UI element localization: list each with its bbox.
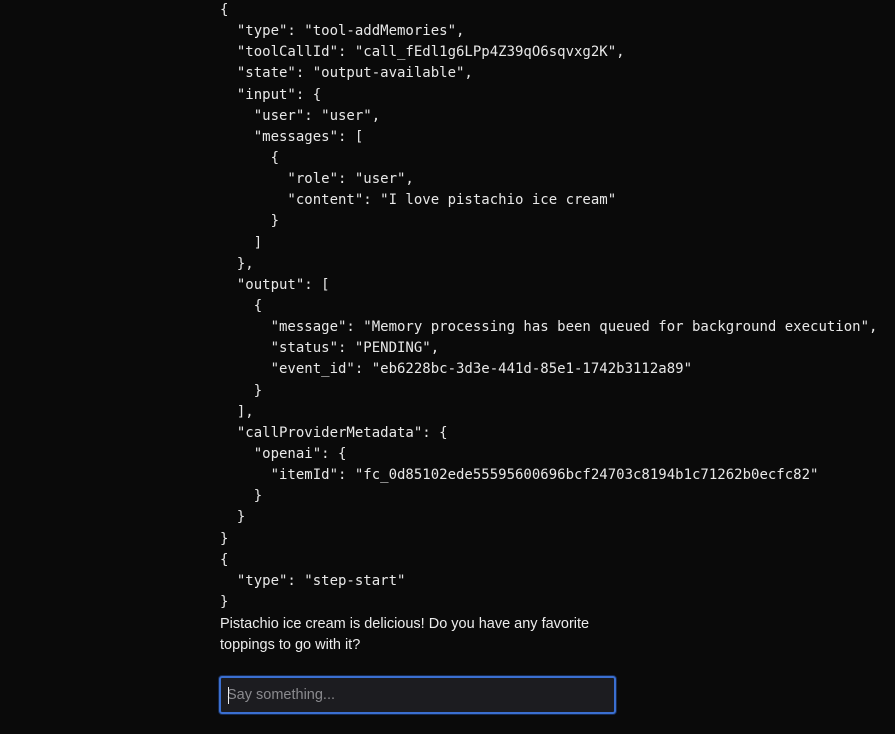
json-line: "state": "output-available", — [220, 65, 473, 82]
json-line: "user": "user", — [220, 107, 381, 124]
json-line: "openai": { — [220, 445, 347, 462]
json-line: "callProviderMetadata": { — [220, 424, 448, 441]
json-line: }, — [220, 255, 254, 272]
json-line: "output": [ — [220, 276, 330, 293]
json-line: } — [220, 213, 280, 230]
json-line: "type": "tool-addMemories", — [220, 23, 465, 40]
json-line: "messages": [ — [220, 128, 364, 145]
json-line: } — [220, 488, 263, 505]
json-line: "toolCallId": "call_fEdl1g6LPp4Z39qO6sqv… — [220, 44, 625, 61]
chat-page: { "type": "tool-addMemories", "toolCallI… — [0, 0, 895, 734]
json-message-log: { "type": "tool-addMemories", "toolCallI… — [220, 0, 890, 613]
json-line: { — [220, 2, 229, 18]
json-line: "role": "user", — [220, 171, 414, 188]
json-line: "type": "step-start" — [220, 572, 406, 589]
json-line: "input": { — [220, 86, 322, 103]
chat-input[interactable] — [227, 678, 607, 712]
chat-input-container[interactable] — [219, 676, 616, 714]
assistant-reply: Pistachio ice cream is delicious! Do you… — [220, 616, 590, 653]
json-line: { — [220, 551, 229, 568]
json-line: ], — [220, 403, 254, 420]
json-line: "status": "PENDING", — [220, 340, 440, 357]
json-line: ] — [220, 234, 263, 251]
json-line: { — [220, 297, 263, 314]
text-caret — [228, 687, 229, 704]
json-line: } — [220, 530, 229, 547]
json-line: "itemId": "fc_0d85102ede55595600696bcf24… — [220, 467, 819, 484]
json-line: } — [220, 593, 229, 610]
json-line: "event_id": "eb6228bc-3d3e-441d-85e1-174… — [220, 361, 693, 378]
json-line: } — [220, 382, 263, 399]
json-line: "content": "I love pistachio ice cream" — [220, 192, 617, 209]
json-line: "message": "Memory processing has been q… — [220, 319, 878, 336]
json-line: } — [220, 509, 246, 526]
json-line: { — [220, 149, 280, 166]
